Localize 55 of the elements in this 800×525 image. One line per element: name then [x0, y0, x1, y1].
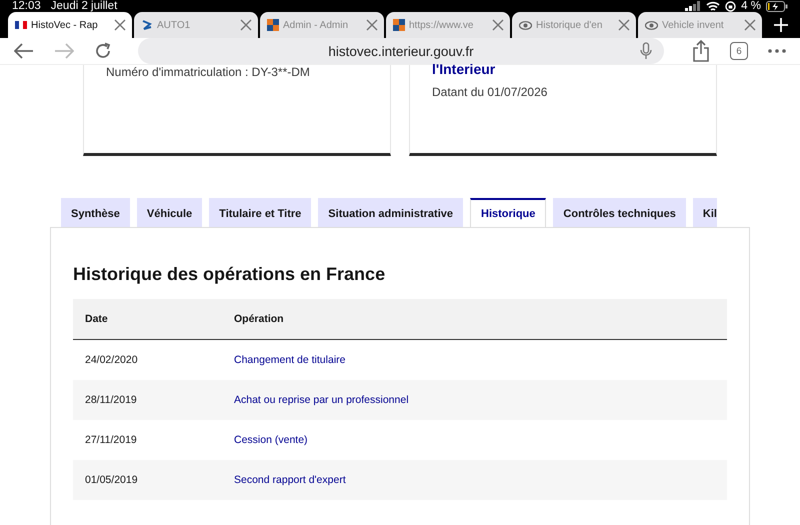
- section-title: Historique des opérations en France: [73, 264, 386, 285]
- page-tab[interactable]: Historique: [470, 198, 546, 227]
- date-cell-text: 24/02/2020: [84, 354, 139, 366]
- operation-link[interactable]: Cession (vente): [234, 434, 308, 446]
- browser-tab[interactable]: HistoVec - Rap: [8, 12, 132, 38]
- new-tab-icon[interactable]: [774, 18, 788, 32]
- squares-icon: [267, 19, 279, 31]
- date-cell-text: 28/11/2019: [84, 394, 138, 406]
- car-logo-icon: [141, 19, 153, 31]
- tab-title: Vehicle invent: [662, 20, 725, 30]
- eye-icon: [645, 20, 658, 30]
- status-time: 12:03: [12, 0, 41, 12]
- share-icon[interactable]: [692, 40, 710, 62]
- tab-title: Historique d'en: [536, 20, 604, 30]
- address-field[interactable]: histovec.interieur.gouv.fr: [138, 38, 664, 64]
- tab-title: AUTO1: [157, 20, 192, 30]
- operation-link[interactable]: Changement de titulaire: [234, 354, 346, 366]
- tab-title: Admin - Admin: [283, 20, 350, 30]
- page-tab[interactable]: Situation administrative: [318, 198, 463, 227]
- tab-title: https://www.ve: [409, 20, 474, 30]
- date-cell-text: 27/11/2019: [84, 434, 138, 446]
- operation-link[interactable]: Second rapport d'expert: [234, 474, 346, 486]
- close-icon[interactable]: [492, 19, 504, 31]
- more-icon[interactable]: [768, 49, 786, 53]
- status-date: Jeudi 2 juillet: [50, 0, 118, 12]
- close-icon[interactable]: [618, 19, 630, 31]
- page-tab[interactable]: Titulaire et Titre: [209, 198, 312, 227]
- tab-count-button[interactable]: 6: [730, 42, 748, 60]
- close-icon[interactable]: [366, 19, 378, 31]
- column-header: Date: [84, 313, 109, 325]
- close-icon[interactable]: [744, 19, 756, 31]
- page-tab[interactable]: Kil: [692, 198, 717, 227]
- wifi-icon: [706, 0, 720, 12]
- signal-icon: [685, 1, 702, 11]
- page-tab[interactable]: Synthèse: [61, 198, 130, 227]
- card-title: l'Interieur: [432, 61, 496, 77]
- page-tab[interactable]: Contrôles techniques: [553, 198, 686, 227]
- card-text: Numéro d'immatriculation : DY-3**-DM: [106, 65, 311, 79]
- squares-icon: [393, 19, 405, 31]
- battery-charging-icon: [766, 0, 788, 12]
- column-header: Opération: [234, 313, 284, 325]
- close-icon[interactable]: [114, 19, 126, 31]
- reload-icon[interactable]: [94, 42, 112, 60]
- operation-link[interactable]: Achat ou reprise par un professionnel: [234, 394, 409, 406]
- date-cell-text: 01/05/2019: [84, 474, 139, 486]
- microphone-icon: [640, 42, 652, 60]
- battery-percent: 4 %: [741, 0, 761, 12]
- eye-icon: [519, 20, 532, 30]
- card-text: Datant du 01/07/2026: [432, 85, 548, 99]
- back-arrow-icon[interactable]: [14, 43, 34, 59]
- orientation-lock-icon: [725, 0, 736, 12]
- flag-icon: [15, 21, 27, 29]
- tab-title: HistoVec - Rap: [31, 20, 99, 30]
- page-tab[interactable]: Véhicule: [136, 198, 202, 227]
- close-icon[interactable]: [240, 19, 252, 31]
